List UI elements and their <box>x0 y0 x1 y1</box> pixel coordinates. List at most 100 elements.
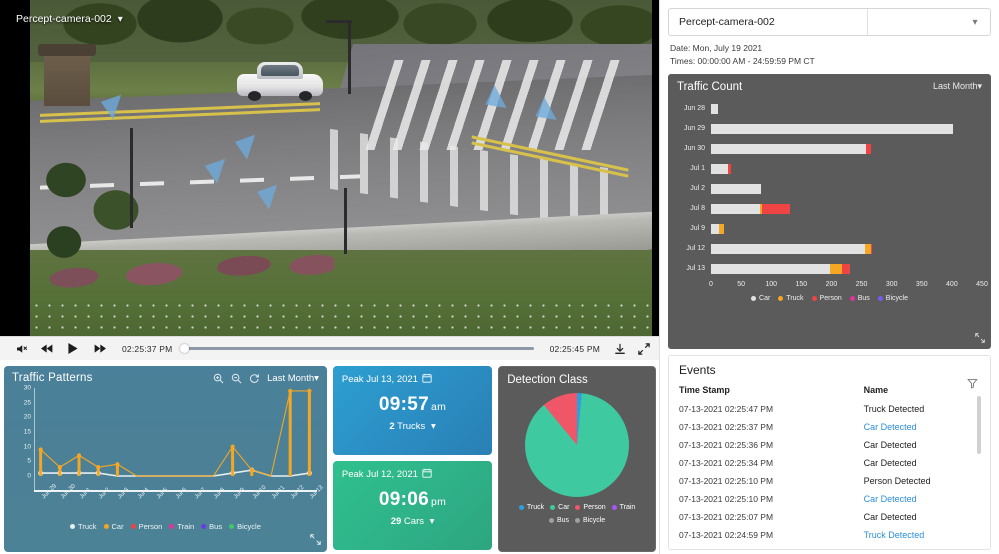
chevron-down-icon[interactable]: ▾ <box>118 14 123 25</box>
traffic-count-row[interactable]: Jul 1 <box>677 159 982 179</box>
peak-truck-count[interactable]: 2 Trucks ▾ <box>342 421 483 432</box>
traffic-count-row[interactable]: Jul 2 <box>677 179 982 199</box>
zoom-in-icon[interactable] <box>213 373 224 384</box>
traffic-count-row[interactable]: Jun 29 <box>677 119 982 139</box>
left-column: Percept-camera-002 ▾ 02:25:37 PM 02:25:4… <box>0 0 660 554</box>
traffic-count-row[interactable]: Jun 28 <box>677 99 982 119</box>
camera-select[interactable]: Percept-camera-002 ▾ <box>668 8 991 36</box>
traffic-patterns-legend-item[interactable]: Bicycle <box>229 522 261 531</box>
traffic-count-segment-car[interactable] <box>711 243 866 254</box>
event-name[interactable]: Car Detected <box>846 436 990 454</box>
traffic-count-segment-person[interactable] <box>841 263 851 274</box>
play-icon[interactable] <box>60 339 86 359</box>
traffic-count-segment-car[interactable] <box>711 123 954 134</box>
traffic-count-legend-item[interactable]: Truck <box>778 295 804 302</box>
peak-card-truck[interactable]: Peak Jul 13, 2021 09:57 am 2 Trucks ▾ <box>332 366 493 455</box>
traffic-count-row[interactable]: Jul 9 <box>677 219 982 239</box>
table-row[interactable]: 07-13-2021 02:25:37 PM Car Detected <box>669 418 990 436</box>
traffic-count-segment-truck[interactable] <box>718 223 725 234</box>
traffic-count-segment-car[interactable] <box>711 103 719 114</box>
video-player[interactable]: Percept-camera-002 ▾ <box>0 0 660 336</box>
expand-icon[interactable] <box>975 332 985 346</box>
traffic-count-segment-car[interactable] <box>711 143 867 154</box>
event-name[interactable]: Car Detected <box>846 418 990 436</box>
traffic-count-legend-item[interactable]: Bus <box>849 295 870 302</box>
traffic-count-bar[interactable] <box>711 143 982 154</box>
event-name[interactable]: Truck Detected <box>846 526 990 544</box>
traffic-count-segment-car[interactable] <box>711 183 761 194</box>
chevron-down-icon[interactable]: ▾ <box>431 421 436 432</box>
download-icon[interactable] <box>612 341 628 357</box>
table-row[interactable]: 07-13-2021 02:25:34 PM Car Detected <box>669 454 990 472</box>
traffic-count-segment-truck[interactable] <box>829 263 842 274</box>
event-name[interactable]: Person Detected <box>846 472 990 490</box>
table-row[interactable]: 07-13-2021 02:25:47 PM Truck Detected <box>669 400 990 418</box>
event-name[interactable]: Car Detected <box>846 454 990 472</box>
traffic-count-segment-car[interactable] <box>711 223 719 234</box>
table-row[interactable]: 07-13-2021 02:25:36 PM Car Detected <box>669 436 990 454</box>
reset-icon[interactable] <box>249 373 260 384</box>
event-name[interactable]: Car Detected <box>846 490 990 508</box>
events-scrollbar[interactable] <box>977 395 981 454</box>
traffic-patterns-line-car[interactable] <box>40 390 310 477</box>
traffic-patterns-legend-item[interactable]: Person <box>130 522 162 531</box>
traffic-count-segment-car[interactable] <box>711 163 728 174</box>
event-name[interactable]: Truck Detected <box>846 400 990 418</box>
fullscreen-icon[interactable] <box>636 341 652 357</box>
video-seek-handle[interactable] <box>180 344 190 353</box>
detection-class-legend-item[interactable]: Bicycle <box>575 517 605 524</box>
fast-forward-icon[interactable] <box>86 339 112 359</box>
mute-icon[interactable] <box>8 339 34 359</box>
peak-car-count[interactable]: 29 Cars ▾ <box>342 516 483 527</box>
table-row[interactable]: 07-13-2021 02:25:07 PM Car Detected <box>669 508 990 526</box>
traffic-count-bar[interactable] <box>711 243 982 254</box>
detection-class-legend-item[interactable]: Car <box>550 504 569 511</box>
traffic-count-row[interactable]: Jul 8 <box>677 199 982 219</box>
chevron-down-icon[interactable]: ▾ <box>430 516 435 527</box>
traffic-count-legend-item[interactable]: Person <box>811 295 842 302</box>
video-camera-label[interactable]: Percept-camera-002 ▾ <box>8 8 129 30</box>
detection-class-legend-item[interactable]: Truck <box>518 504 544 511</box>
traffic-count-segment-person[interactable] <box>727 163 732 174</box>
peak-card-car[interactable]: Peak Jul 12, 2021 09:06 pm 29 Cars ▾ <box>332 461 493 550</box>
traffic-count-legend-item[interactable]: Bicycle <box>877 295 908 302</box>
video-controls[interactable]: 02:25:37 PM 02:25:45 PM <box>0 336 660 360</box>
zoom-out-icon[interactable] <box>231 373 242 384</box>
table-row[interactable]: 07-13-2021 02:24:59 PM Truck Detected <box>669 526 990 544</box>
traffic-count-segment-person[interactable] <box>870 243 873 254</box>
traffic-count-bar[interactable] <box>711 103 982 114</box>
rewind-icon[interactable] <box>34 339 60 359</box>
detection-class-legend-item[interactable]: Person <box>575 504 606 511</box>
expand-icon[interactable] <box>310 534 321 548</box>
table-row[interactable]: 07-13-2021 02:25:10 PM Car Detected <box>669 490 990 508</box>
table-row[interactable]: 07-13-2021 02:25:10 PM Person Detected <box>669 472 990 490</box>
traffic-count-bar[interactable] <box>711 263 982 274</box>
traffic-count-x-tick: 100 <box>765 280 778 288</box>
traffic-patterns-legend-item[interactable]: Truck <box>70 522 97 531</box>
traffic-count-segment-car[interactable] <box>711 263 830 274</box>
traffic-count-row[interactable]: Jul 13 <box>677 259 982 279</box>
detection-class-legend-item[interactable]: Bus <box>548 517 569 524</box>
traffic-patterns-legend-item[interactable]: Car <box>103 522 124 531</box>
traffic-count-legend-item[interactable]: Car <box>751 295 770 302</box>
video-seek-slider[interactable] <box>180 344 534 353</box>
traffic-count-range[interactable]: Last Month▾ <box>933 81 982 92</box>
traffic-count-segment-car[interactable] <box>711 203 760 214</box>
chevron-down-icon[interactable]: ▾ <box>960 17 990 28</box>
filter-icon[interactable] <box>967 378 978 392</box>
traffic-count-bar[interactable] <box>711 203 982 214</box>
traffic-patterns-legend-item[interactable]: Bus <box>201 522 222 531</box>
traffic-count-row[interactable]: Jul 12 <box>677 239 982 259</box>
traffic-count-bar[interactable] <box>711 223 982 234</box>
traffic-count-bar[interactable] <box>711 123 982 134</box>
traffic-patterns-range[interactable]: Last Month▾ <box>267 373 319 384</box>
traffic-count-bar[interactable] <box>711 163 982 174</box>
traffic-count-segment-person[interactable] <box>866 143 871 154</box>
traffic-count-segment-person[interactable] <box>762 203 790 214</box>
traffic-patterns-legend-item[interactable]: Train <box>169 522 194 531</box>
traffic-count-row[interactable]: Jun 30 <box>677 139 982 159</box>
event-name[interactable]: Car Detected <box>846 508 990 526</box>
detection-class-pie[interactable] <box>525 393 630 497</box>
traffic-count-bar[interactable] <box>711 183 982 194</box>
detection-class-legend-item[interactable]: Train <box>611 504 635 511</box>
